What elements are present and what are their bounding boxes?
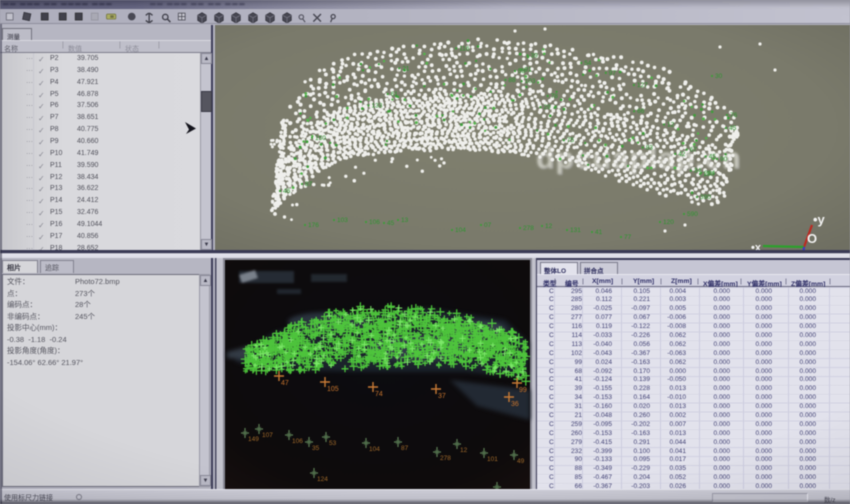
svg-text:103: 103 bbox=[525, 78, 536, 85]
svg-text:104: 104 bbox=[369, 446, 380, 453]
svg-text:278: 278 bbox=[440, 455, 451, 462]
svg-text:87: 87 bbox=[305, 181, 313, 188]
svg-text:97: 97 bbox=[609, 70, 617, 77]
svg-text:41: 41 bbox=[595, 229, 603, 236]
svg-text:66: 66 bbox=[637, 108, 645, 115]
svg-text:74: 74 bbox=[375, 391, 383, 398]
svg-text:116: 116 bbox=[459, 45, 470, 52]
svg-text:204: 204 bbox=[704, 170, 715, 177]
svg-text:103: 103 bbox=[337, 217, 348, 224]
svg-text:131: 131 bbox=[570, 227, 581, 234]
svg-text:590: 590 bbox=[687, 211, 698, 218]
svg-text:37: 37 bbox=[438, 393, 446, 400]
svg-text:124: 124 bbox=[317, 476, 328, 483]
svg-text:149: 149 bbox=[248, 436, 259, 443]
svg-text:106: 106 bbox=[369, 219, 380, 226]
svg-text:278: 278 bbox=[523, 225, 534, 232]
svg-text:O: O bbox=[807, 231, 817, 246]
svg-text:34: 34 bbox=[694, 168, 702, 175]
svg-text:88: 88 bbox=[508, 77, 516, 84]
svg-text:67: 67 bbox=[690, 147, 698, 154]
svg-text:107: 107 bbox=[262, 432, 273, 439]
svg-text:35: 35 bbox=[312, 445, 320, 452]
svg-text:49: 49 bbox=[517, 458, 525, 465]
svg-text:21: 21 bbox=[402, 65, 410, 72]
svg-text:39: 39 bbox=[531, 52, 539, 59]
svg-text:133: 133 bbox=[372, 103, 383, 110]
svg-text:104: 104 bbox=[455, 227, 466, 234]
svg-text:30: 30 bbox=[715, 73, 723, 80]
svg-text:•y: •y bbox=[813, 212, 826, 227]
svg-text:75: 75 bbox=[567, 137, 575, 144]
svg-text:176: 176 bbox=[308, 222, 319, 229]
svg-text:54: 54 bbox=[584, 60, 592, 67]
svg-text:106: 106 bbox=[292, 438, 303, 445]
svg-text:45: 45 bbox=[387, 220, 395, 227]
svg-text:87: 87 bbox=[401, 445, 409, 452]
svg-text:12: 12 bbox=[545, 223, 553, 230]
svg-text:61: 61 bbox=[391, 91, 399, 98]
svg-text:77: 77 bbox=[624, 234, 632, 241]
svg-text:12: 12 bbox=[460, 447, 468, 454]
svg-text:83: 83 bbox=[646, 145, 654, 152]
svg-text:53: 53 bbox=[329, 440, 337, 447]
svg-text:105: 105 bbox=[327, 386, 339, 393]
svg-text:76: 76 bbox=[730, 112, 738, 119]
svg-text:90: 90 bbox=[720, 156, 728, 163]
svg-text:150: 150 bbox=[315, 135, 326, 142]
svg-text:127: 127 bbox=[637, 82, 648, 89]
svg-text:99: 99 bbox=[519, 387, 527, 394]
svg-text:13: 13 bbox=[401, 217, 409, 224]
svg-text:29: 29 bbox=[544, 104, 552, 111]
svg-text:36: 36 bbox=[511, 401, 519, 408]
svg-text:47: 47 bbox=[281, 380, 289, 387]
svg-text:42: 42 bbox=[678, 151, 686, 158]
svg-text:78: 78 bbox=[551, 93, 559, 100]
svg-text:07: 07 bbox=[484, 222, 492, 229]
svg-text:120: 120 bbox=[663, 219, 674, 226]
svg-text:45: 45 bbox=[709, 153, 717, 160]
svg-text:12: 12 bbox=[667, 122, 675, 129]
svg-text:91: 91 bbox=[524, 66, 532, 73]
svg-text:390: 390 bbox=[700, 194, 711, 201]
svg-text:45: 45 bbox=[729, 125, 737, 132]
svg-text:101: 101 bbox=[487, 456, 498, 463]
svg-text:46: 46 bbox=[283, 188, 291, 195]
